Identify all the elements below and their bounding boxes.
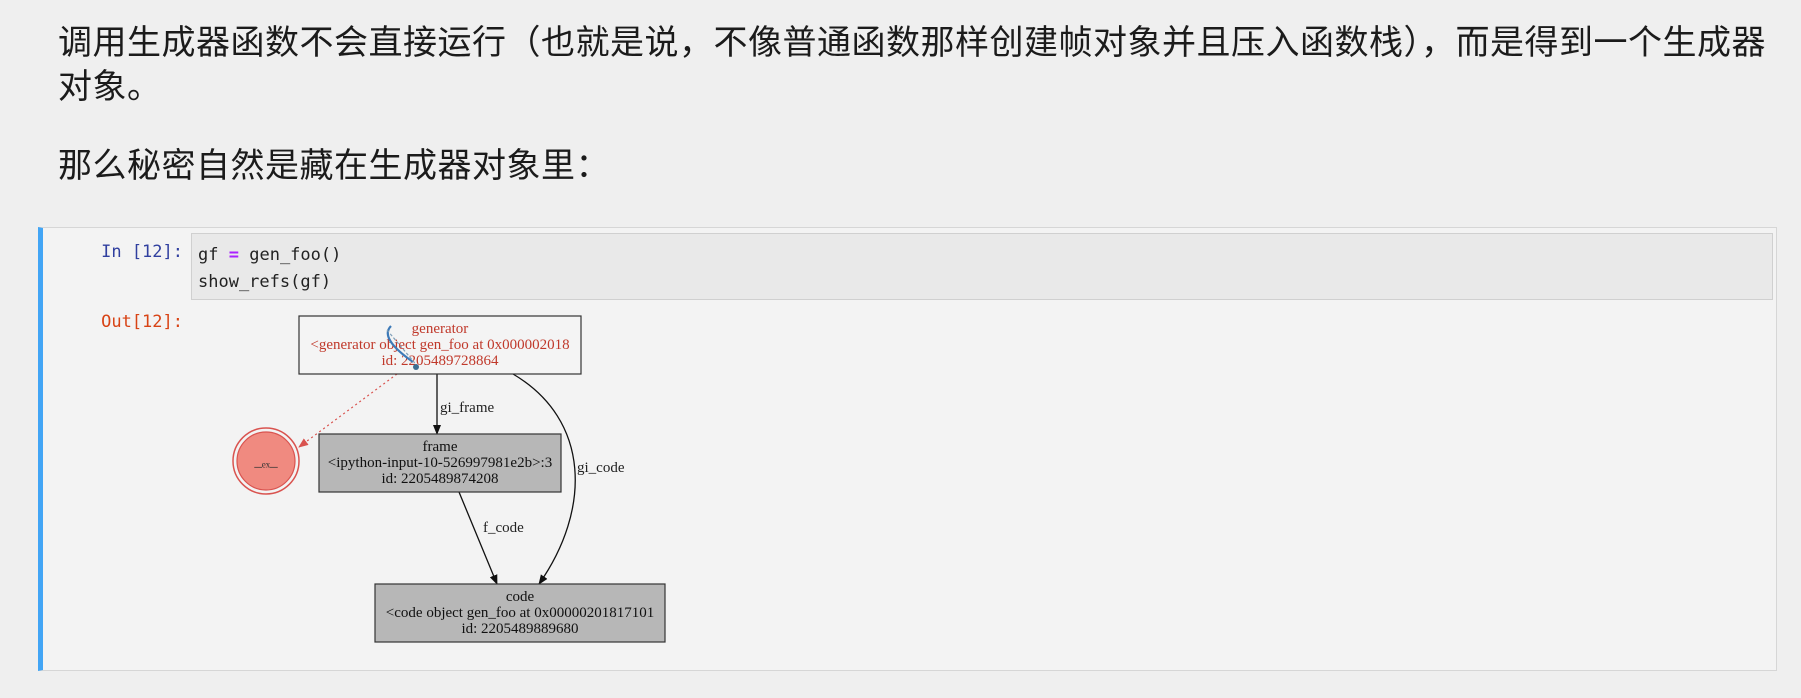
- code-call: gen_foo(): [249, 245, 342, 265]
- code-var: gf: [198, 245, 219, 265]
- code-cell[interactable]: In [12]: gf = gen_foo() show_refs(gf) Ou…: [38, 227, 1777, 671]
- code-node-title: code: [506, 589, 535, 605]
- generator-node-id: id: 2205489728864: [381, 353, 499, 369]
- frame-node-repr: <ipython-input-10-526997981e2b>:3: [328, 455, 552, 471]
- frame-node-id: id: 2205489874208: [381, 471, 498, 487]
- code-input[interactable]: gf = gen_foo() show_refs(gf): [191, 233, 1773, 300]
- code-node: code <code object gen_foo at 0x000002018…: [374, 583, 666, 643]
- out-prompt: Out[12]:: [101, 312, 183, 332]
- frame-node: frame <ipython-input-10-526997981e2b>:3 …: [318, 433, 562, 493]
- markdown-paragraph-line-1: 调用生成器函数不会直接运行（也就是说，不像普通函数那样创建帧对象并且压入函数栈）…: [58, 23, 1766, 63]
- edge-label-gi-code: gi_code: [577, 460, 625, 476]
- markdown-paragraph-line-2: 对象。: [58, 67, 162, 107]
- code-node-id: id: 2205489889680: [461, 621, 578, 637]
- reference-graph-output: gi_frame gi_code f_code generator <gener…: [191, 310, 751, 660]
- code-line-1: gf = gen_foo(): [198, 242, 1766, 269]
- edge-label-gi-frame: gi_frame: [440, 400, 494, 416]
- generator-node-title: generator: [412, 321, 469, 337]
- code-operator: =: [228, 245, 239, 265]
- edge-gi-frame: gi_frame: [433, 374, 494, 435]
- in-prompt: In [12]:: [101, 242, 183, 262]
- edge-f-code: f_code: [458, 491, 524, 585]
- circle-node-label: _ₑₓ_: [253, 454, 278, 470]
- edge-label-f-code: f_code: [483, 520, 524, 536]
- generator-node-repr: <generator object gen_foo at 0x000002018: [310, 337, 569, 353]
- markdown-paragraph-line-3: 那么秘密自然是藏在生成器对象里：: [58, 146, 610, 186]
- circle-node: _ₑₓ_: [232, 427, 300, 495]
- code-node-repr: <code object gen_foo at 0x00000201817101: [386, 605, 654, 621]
- code-line-2: show_refs(gf): [198, 272, 332, 292]
- frame-node-title: frame: [423, 439, 458, 455]
- generator-node: generator <generator object gen_foo at 0…: [298, 315, 582, 375]
